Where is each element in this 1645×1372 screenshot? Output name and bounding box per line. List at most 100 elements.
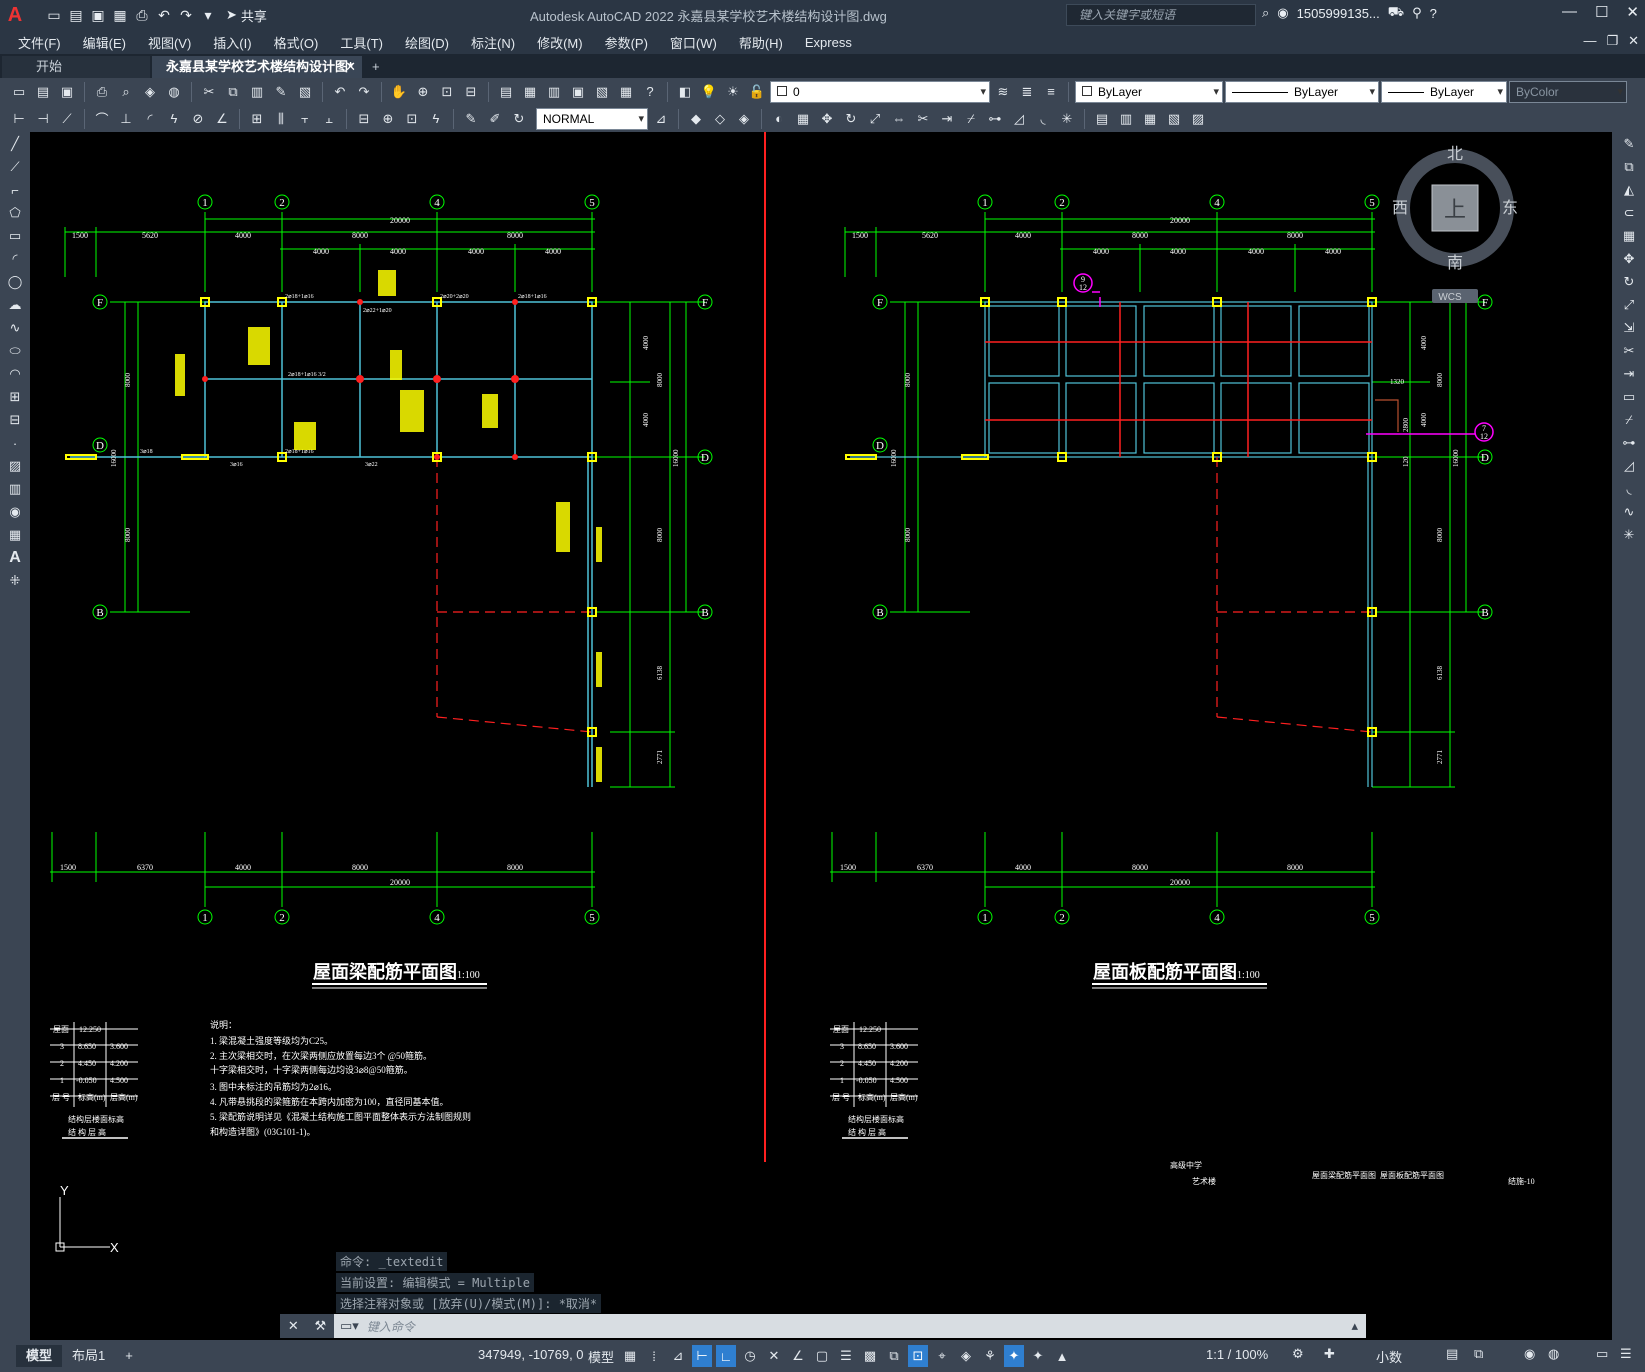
open-icon[interactable]: ▤	[66, 5, 86, 25]
polyline-icon[interactable]: ⌐	[4, 179, 26, 201]
units-dropdown[interactable]: 小数	[1376, 1347, 1402, 1366]
viewcube-top[interactable]: 上	[1444, 198, 1466, 223]
search-input[interactable]: 键入关键字或短语	[1066, 4, 1256, 26]
cart-icon[interactable]: ⛟	[1388, 4, 1404, 22]
annotation-visibility-icon[interactable]: ✦	[1004, 1345, 1024, 1367]
new-tab-button[interactable]: +	[362, 56, 390, 78]
viewcube[interactable]: 上 北 南 东 西 WCS	[1392, 144, 1518, 303]
array-icon[interactable]: ▦	[792, 108, 814, 130]
ordinate-icon[interactable]: ⊥	[115, 108, 137, 130]
clean-screen-icon[interactable]: ▭	[1596, 1346, 1608, 1362]
object-snap-icon[interactable]: ▢	[812, 1345, 832, 1367]
copy-icon[interactable]: ⧉	[222, 81, 244, 103]
ellipse-arc-icon[interactable]: ◠	[4, 363, 26, 385]
design-center-icon[interactable]: ▦	[519, 81, 541, 103]
fillet-icon[interactable]: ◟	[1032, 108, 1054, 130]
save-icon[interactable]: ▣	[88, 5, 108, 25]
command-recent-icon[interactable]: ▭▾	[334, 1318, 359, 1334]
doc-minimize-icon[interactable]: —	[1583, 33, 1596, 49]
menu-edit[interactable]: 编辑(E)	[72, 33, 137, 52]
redo-icon[interactable]: ↷	[176, 5, 196, 25]
menu-format[interactable]: 格式(O)	[263, 33, 330, 52]
viewcube-north[interactable]: 北	[1447, 144, 1463, 163]
ortho-icon[interactable]: ∟	[716, 1345, 736, 1367]
break-icon[interactable]: ⌿	[1618, 409, 1640, 431]
help-icon[interactable]: ?	[1430, 6, 1437, 21]
trim-icon[interactable]: ✂	[1618, 340, 1640, 362]
region-icon[interactable]: ◉	[4, 501, 26, 523]
share-button[interactable]: ➤ 共享	[226, 6, 267, 25]
radius-icon[interactable]: ◜	[139, 108, 161, 130]
table-icon[interactable]: ▦	[4, 524, 26, 546]
command-input[interactable]: 键入命令	[359, 1318, 415, 1335]
tool-palettes-icon[interactable]: ▥	[543, 81, 565, 103]
arc-icon[interactable]: ◜	[4, 248, 26, 270]
explode-icon[interactable]: ✳	[1618, 524, 1640, 546]
user-icon[interactable]: ◉	[1277, 5, 1288, 21]
polygon-icon[interactable]: ⬠	[4, 202, 26, 224]
search-icon[interactable]: ⌕	[1262, 5, 1269, 21]
trim-icon[interactable]: ✂	[912, 108, 934, 130]
gradient-icon[interactable]: ▥	[4, 478, 26, 500]
offset-icon[interactable]: ◐	[768, 108, 790, 130]
transparency-icon[interactable]: ▩	[860, 1345, 880, 1367]
lineweight-icon[interactable]: ☰	[836, 1345, 856, 1367]
rotate-icon[interactable]: ↻	[840, 108, 862, 130]
cut-icon[interactable]: ✂	[198, 81, 220, 103]
dim-space-icon[interactable]: ⫠	[318, 108, 340, 130]
make-current-icon[interactable]: ≋	[992, 81, 1014, 103]
scale-icon[interactable]: ⤢	[1618, 294, 1640, 316]
linear-dim-icon[interactable]: ⊣	[32, 108, 54, 130]
color-dropdown[interactable]: ByLayer	[1075, 80, 1223, 103]
annotation-scale[interactable]: 1:1 / 100%	[1206, 1347, 1268, 1362]
isolate-objects-icon[interactable]: ◉	[1524, 1346, 1535, 1362]
doc-close-icon[interactable]: ✕	[1628, 33, 1639, 49]
autocad-logo-icon[interactable]: A	[0, 0, 30, 30]
command-expand-icon[interactable]: ▴	[1351, 1318, 1358, 1334]
annotation-scale-icon[interactable]: ▲	[1052, 1345, 1072, 1367]
linetype-dropdown[interactable]: ByLayer	[1225, 80, 1379, 103]
zoom-window-icon[interactable]: ⊡	[436, 81, 458, 103]
tab-layout1[interactable]: 布局1	[62, 1345, 115, 1367]
tab-start[interactable]: 开始	[2, 56, 150, 78]
make-block-icon[interactable]: ⊟	[4, 409, 26, 431]
plot-icon[interactable]: ⎙	[91, 81, 113, 103]
insert-block-icon[interactable]: ⊞	[4, 386, 26, 408]
customize-icon[interactable]: ▾	[198, 5, 218, 25]
baseline-icon[interactable]: ⫼	[270, 108, 292, 130]
draworder-icon[interactable]: ▤	[1091, 108, 1113, 130]
drawing-canvas[interactable]: 1 2 4 5 F F D D B B 20000 1500 5620 4000…	[30, 132, 1612, 1340]
exchange-icon[interactable]: ⚲	[1412, 5, 1422, 21]
layer-state-icon[interactable]: ≡	[1040, 81, 1062, 103]
menu-view[interactable]: 视图(V)	[137, 33, 202, 52]
extend-icon[interactable]: ⇥	[1618, 363, 1640, 385]
paste-icon[interactable]: ▥	[246, 81, 268, 103]
mtext-icon[interactable]: A	[4, 547, 26, 569]
tolerance-icon[interactable]: ⊟	[353, 108, 375, 130]
object-snap-tracking-icon[interactable]: ∠	[788, 1345, 808, 1367]
stretch-icon[interactable]: ⇔	[888, 108, 910, 130]
tab-model[interactable]: 模型	[16, 1345, 63, 1367]
layer-dropdown[interactable]: 0	[770, 80, 990, 103]
chamfer-icon[interactable]: ◿	[1008, 108, 1030, 130]
menu-file[interactable]: 文件(F)	[0, 33, 72, 52]
redo-icon[interactable]: ↷	[353, 81, 375, 103]
command-close-icon[interactable]: ✕	[288, 1318, 299, 1334]
dimedit-icon[interactable]: ✎	[460, 108, 482, 130]
selection-cycling-icon[interactable]: ⧉	[884, 1345, 904, 1367]
zoom-previous-icon[interactable]: ⊟	[460, 81, 482, 103]
wcs-menu[interactable]: WCS	[1438, 292, 1462, 303]
snap-icon[interactable]: ⁞	[644, 1345, 664, 1367]
3d-osnap-icon[interactable]: ⊡	[908, 1345, 928, 1367]
rectangle-icon[interactable]: ▭	[4, 225, 26, 247]
polar-icon[interactable]: ◷	[740, 1345, 760, 1367]
new-icon[interactable]: ▭	[8, 81, 30, 103]
annotation-monitor-icon[interactable]: ✚	[1324, 1346, 1335, 1362]
undo-icon[interactable]: ↶	[154, 5, 174, 25]
infer-icon[interactable]: ⊿	[668, 1345, 688, 1367]
fillet-icon[interactable]: ◟	[1618, 478, 1640, 500]
help-icon[interactable]: ?	[639, 81, 661, 103]
layer-properties-icon[interactable]: ◧	[674, 81, 696, 103]
saveas-icon[interactable]: ▦	[110, 5, 130, 25]
viewcube-south[interactable]: 南	[1447, 253, 1463, 272]
